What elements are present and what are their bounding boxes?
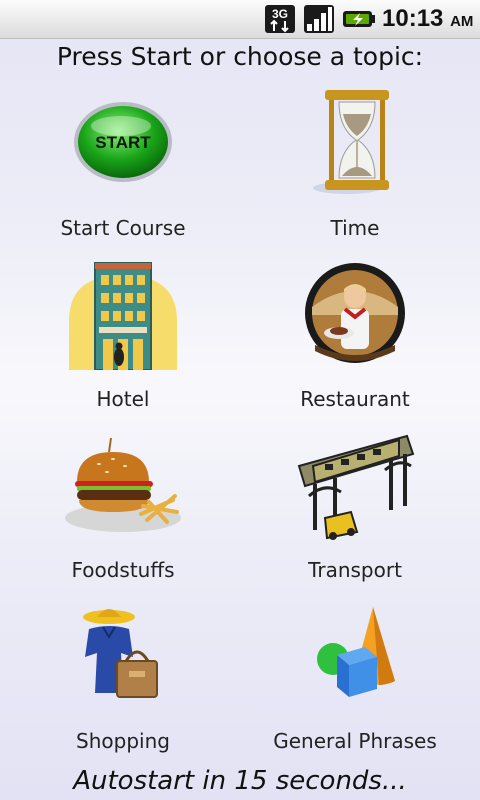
topic-hotel[interactable]: Hotel xyxy=(13,251,233,421)
topic-transport[interactable]: Transport xyxy=(245,422,465,592)
start-button-icon: START xyxy=(74,102,172,182)
status-bar: 3G 10:13 AM xyxy=(0,0,480,39)
svg-text:START: START xyxy=(95,133,151,152)
prompt-heading: Press Start or choose a topic: xyxy=(56,42,424,71)
topic-time[interactable]: Time xyxy=(245,80,465,250)
train-bridge-icon xyxy=(297,434,415,540)
hotel-icon xyxy=(69,262,177,370)
topic-foodstuffs[interactable]: Foodstuffs xyxy=(13,422,233,592)
waiter-icon xyxy=(305,263,405,363)
topic-label: Shopping xyxy=(76,729,170,753)
topic-label: Restaurant xyxy=(300,387,410,411)
hourglass-icon xyxy=(313,90,389,194)
shapes-icon xyxy=(317,607,395,697)
shopping-icon xyxy=(83,609,158,698)
topic-label: Start Course xyxy=(60,216,186,240)
clock-ampm: AM xyxy=(450,13,474,30)
signal-strength-icon xyxy=(304,5,334,33)
clock: 10:13 AM xyxy=(382,5,476,33)
topic-shopping[interactable]: Shopping xyxy=(13,593,233,763)
topic-label: Foodstuffs xyxy=(71,558,175,582)
topic-label: Transport xyxy=(308,558,402,582)
battery-charging-icon xyxy=(343,11,375,27)
topic-general-phrases[interactable]: General Phrases xyxy=(245,593,465,763)
topic-label: Hotel xyxy=(96,387,150,411)
clock-time: 10:13 xyxy=(382,5,444,32)
topic-label: General Phrases xyxy=(273,729,437,753)
topic-label: Time xyxy=(330,216,380,240)
burger-fries-icon xyxy=(65,437,181,532)
topic-start-course[interactable]: START Start Course xyxy=(13,80,233,250)
3g-data-icon: 3G xyxy=(265,5,295,33)
autostart-countdown: Autostart in 15 seconds... xyxy=(73,766,407,796)
svg-text:3G: 3G xyxy=(272,7,288,21)
topic-restaurant[interactable]: Restaurant xyxy=(245,251,465,421)
